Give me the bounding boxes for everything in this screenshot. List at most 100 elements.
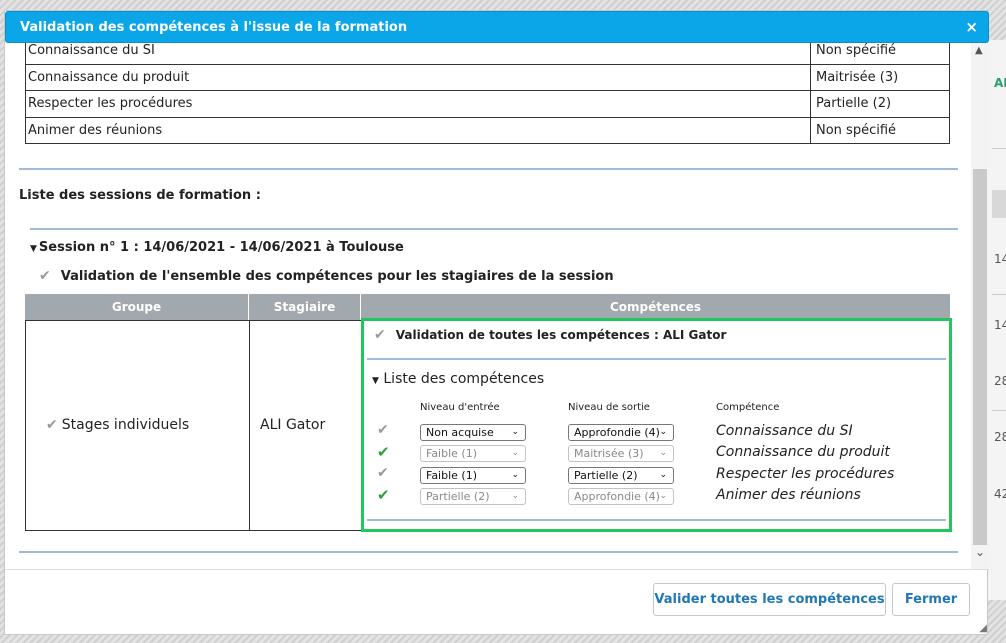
caret-down-icon[interactable]: ▼ (30, 244, 37, 254)
entry-level-value: Faible (1) (426, 447, 477, 460)
dialog-content[interactable]: Connaissance du SI Non spécifié Connaissan… (5, 43, 969, 569)
competence-name: Animer des réunions (716, 487, 861, 503)
exit-level-value: Approfondie (4) (574, 490, 660, 503)
validation-dialog: Validation des compétences à l'issue de … (4, 10, 989, 636)
grey-check-icon[interactable]: ✔ (374, 327, 386, 343)
competence-name: Connaissance du produit (25, 63, 811, 91)
bg-block (992, 190, 1006, 218)
chevron-down-icon: ⌄ (511, 491, 519, 501)
competence-row: Connaissance du produit Maitrisée (3) (25, 63, 950, 91)
bg-label: AL (994, 76, 1006, 90)
column-header-exit-level: Niveau de sortie (568, 402, 650, 413)
competence-level: Maitrisée (3) (810, 63, 950, 91)
entry-level-value: Faible (1) (426, 469, 477, 482)
group-name: Stages individuels (61, 417, 190, 433)
chevron-down-icon: ⌄ (659, 470, 667, 480)
chevron-down-icon: ⌄ (659, 491, 667, 501)
exit-level-value: Maitrisée (3) (574, 447, 644, 460)
bg-divider (992, 148, 1006, 149)
competence-name: Animer des réunions (25, 116, 811, 144)
competence-name: Connaissance du SI (25, 43, 811, 65)
competence-name: Connaissance du produit (716, 444, 890, 460)
dialog-title: Validation des compétences à l'issue de … (20, 20, 408, 35)
competence-list-row: ✔ Partielle (2) ⌄ Approfondie (4) ⌄ Animer de… (364, 486, 949, 507)
entry-level-value: Partielle (2) (426, 490, 490, 503)
competence-list-row: ✔ Faible (1) ⌄ Maitrisée (3) ⌄ Connaissance d… (364, 443, 949, 464)
bg-label: 14 (994, 318, 1006, 332)
scroll-up-icon[interactable]: ▲ (975, 45, 983, 56)
panel-divider (367, 519, 946, 521)
competence-level: Non spécifié (810, 43, 950, 65)
competence-name: Respecter les procédures (25, 90, 811, 118)
exit-level-select: Approfondie (4) ⌄ (568, 488, 674, 505)
chevron-down-icon: ⌄ (511, 470, 519, 480)
exit-level-select[interactable]: Partielle (2) ⌄ (568, 467, 674, 484)
vertical-scrollbar[interactable]: ▲ ⌄ (971, 43, 989, 569)
green-check-icon[interactable]: ✔ (377, 486, 390, 504)
grey-check-icon[interactable]: ✔ (377, 422, 389, 438)
background-panel: AL 14 14 28 28 42 (986, 40, 1006, 600)
close-button[interactable]: Fermer (892, 583, 970, 616)
session-divider (30, 228, 958, 230)
bg-divider (992, 294, 1006, 295)
column-header-trainee: Stagiaire (249, 294, 361, 320)
trainee-name: ALI Gator (260, 417, 326, 433)
trainee-competences-panel: ✔ Validation de toutes les compétences : … (361, 318, 952, 532)
exit-level-value: Partielle (2) (574, 469, 638, 482)
validate-all-button[interactable]: Valider toutes les compétences (653, 583, 886, 616)
chevron-down-icon: ⌄ (511, 427, 519, 437)
session-validate-label: Validation de l'ensemble des compétences… (60, 269, 614, 284)
session-validate-all[interactable]: ✔ Validation de l'ensemble des compétence… (39, 268, 614, 284)
panel-divider (367, 358, 946, 360)
close-icon[interactable]: × (965, 18, 978, 36)
chevron-down-icon: ⌄ (511, 448, 519, 458)
competence-row: Respecter les procédures Partielle (2) (25, 90, 950, 118)
competence-levels-table: Connaissance du SI Non spécifié Connaissan… (25, 43, 950, 144)
exit-level-value: Approfondie (4) (574, 426, 660, 439)
scrollbar-thumb[interactable] (973, 169, 987, 545)
bg-divider (992, 410, 1006, 411)
scroll-down-icon[interactable]: ⌄ (975, 545, 985, 559)
grey-check-icon[interactable]: ✔ (377, 465, 389, 481)
competence-name: Respecter les procédures (716, 466, 895, 482)
entry-level-select[interactable]: Faible (1) ⌄ (420, 467, 526, 484)
group-validate[interactable]: ✔ Stages individuels (46, 417, 189, 433)
column-header-group: Groupe (25, 294, 249, 320)
trainee-validate-all[interactable]: ✔ Validation de toutes les compétences : … (374, 327, 726, 343)
competence-row: Connaissance du SI Non spécifié (25, 43, 950, 65)
session-header[interactable]: ▼ Session n° 1 : 14/06/2021 - 14/06/2021 … (30, 240, 404, 255)
entry-level-select: Faible (1) ⌄ (420, 445, 526, 462)
entry-level-select: Partielle (2) ⌄ (420, 488, 526, 505)
resize-grip-icon[interactable]: ◢ (979, 623, 987, 634)
competences-list-label: Liste des compétences (383, 371, 545, 387)
grey-check-icon[interactable]: ✔ (46, 417, 58, 433)
bg-label: 14 (994, 252, 1006, 266)
session-header-label: Session n° 1 : 14/06/2021 - 14/06/2021 à… (38, 240, 404, 255)
competence-level: Partielle (2) (810, 90, 950, 118)
bg-label: 28 (994, 374, 1006, 388)
chevron-down-icon: ⌄ (659, 448, 667, 458)
exit-level-select[interactable]: Approfondie (4) ⌄ (568, 424, 674, 441)
bg-label: 42 (994, 487, 1006, 501)
dialog-footer: Valider toutes les compétences Fermer ◢ (5, 569, 989, 636)
grey-check-icon[interactable]: ✔ (39, 268, 51, 284)
section-divider (19, 551, 958, 553)
competence-name: Connaissance du SI (716, 423, 853, 439)
sessions-list-label: Liste des sessions de formation : (19, 188, 261, 203)
competences-list-toggle[interactable]: ▼ Liste des compétences (372, 371, 544, 387)
competence-level: Non spécifié (810, 116, 950, 144)
column-header-competence: Compétence (716, 402, 780, 413)
competence-list-row: ✔ Non acquise ⌄ Approfondie (4) ⌄ Connaissanc… (364, 422, 949, 443)
bg-label: 28 (994, 430, 1006, 444)
section-divider (19, 168, 958, 170)
trainee-validate-label: Validation de toutes les compétences : A… (395, 328, 727, 342)
entry-level-select[interactable]: Non acquise ⌄ (420, 424, 526, 441)
column-header-entry-level: Niveau d'entrée (420, 402, 500, 413)
caret-down-icon[interactable]: ▼ (372, 376, 379, 386)
dialog-titlebar[interactable]: Validation des compétences à l'issue de … (5, 11, 989, 43)
trainee-cell: ALI Gator (249, 320, 362, 531)
column-header-competences: Compétences (361, 294, 950, 320)
competence-row: Animer des réunions Non spécifié (25, 116, 950, 144)
green-check-icon[interactable]: ✔ (377, 443, 390, 461)
exit-level-select: Maitrisée (3) ⌄ (568, 445, 674, 462)
